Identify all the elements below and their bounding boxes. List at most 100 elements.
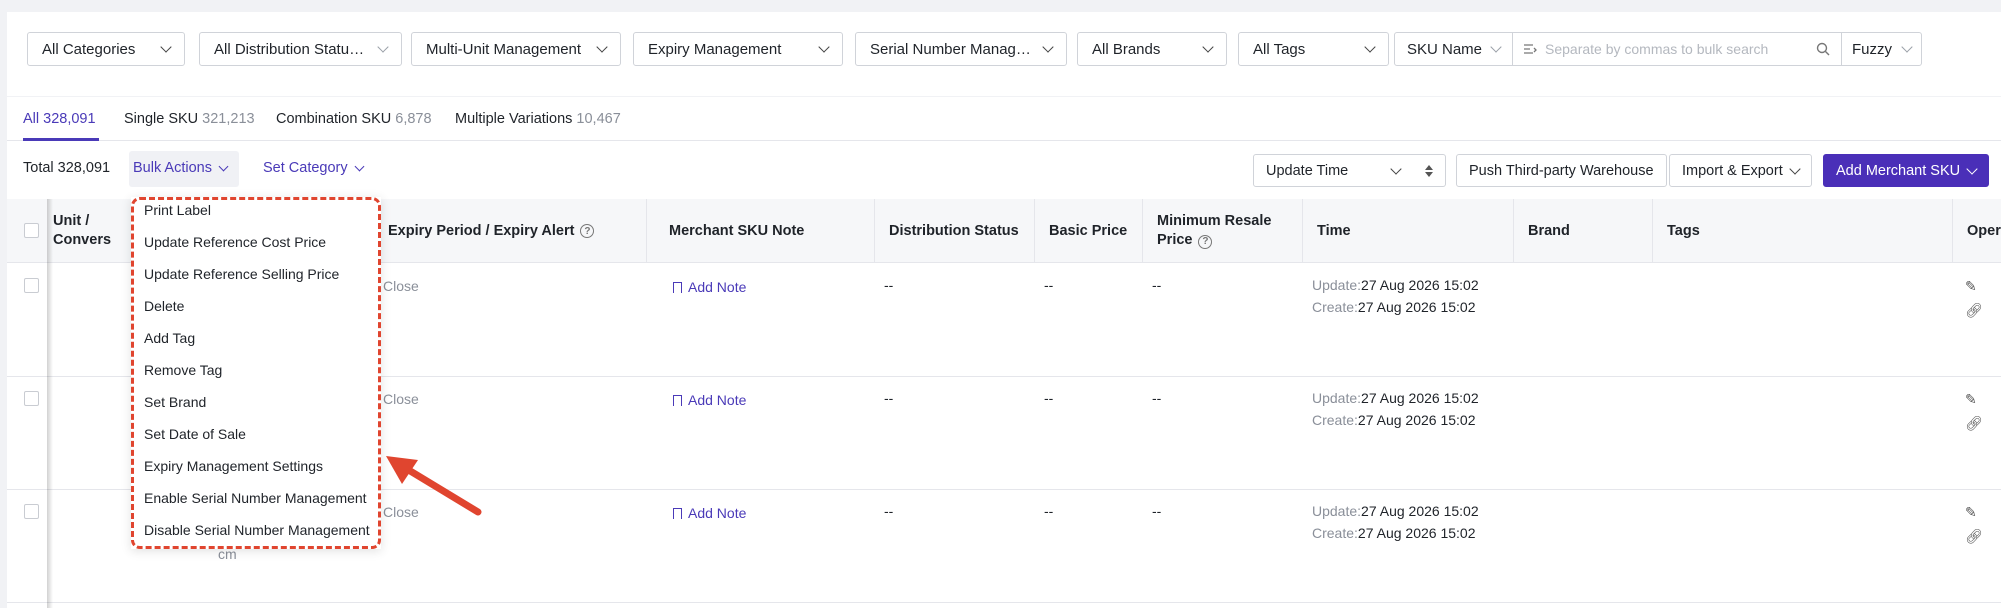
menu-item-enable-serial[interactable]: Enable Serial Number Management xyxy=(144,490,367,506)
menu-item-set-date-of-sale[interactable]: Set Date of Sale xyxy=(144,426,246,442)
link-icon[interactable]: 🔗︎ xyxy=(1965,415,1983,432)
tab-combination-sku[interactable]: Combination SKU 6,878 xyxy=(276,111,432,127)
chevron-down-icon xyxy=(1364,41,1376,53)
add-note-link[interactable]: Add Note xyxy=(673,505,746,521)
select-all-checkbox[interactable] xyxy=(24,223,39,238)
annotation-arrow-icon xyxy=(386,456,482,516)
create-time: Create:27 Aug 2026 15:02 xyxy=(1312,412,1476,428)
menu-item-update-cost-price[interactable]: Update Reference Cost Price xyxy=(144,234,326,250)
add-note-link[interactable]: Add Note xyxy=(673,279,746,295)
menu-item-delete[interactable]: Delete xyxy=(144,298,184,314)
bulk-list-icon xyxy=(1524,44,1537,54)
expiry-select[interactable]: Expiry Management xyxy=(633,32,843,66)
col-time: Time xyxy=(1302,199,1513,263)
menu-item-update-selling-price[interactable]: Update Reference Selling Price xyxy=(144,266,339,282)
sku-field-select[interactable]: SKU Name xyxy=(1395,33,1513,65)
help-icon[interactable]: ? xyxy=(580,224,595,238)
col-brand: Brand xyxy=(1513,199,1652,263)
basic-price-value: -- xyxy=(1044,390,1054,406)
bulk-actions-dropdown[interactable]: Bulk Actions xyxy=(133,160,229,176)
col-basic-price: Basic Price xyxy=(1034,199,1142,263)
basic-price-value: -- xyxy=(1044,277,1054,293)
edit-icon[interactable]: ✎ xyxy=(1965,391,1977,408)
sku-type-tabs: All 328,091 Single SKU 321,213 Combination… xyxy=(7,97,2001,141)
min-resale-value: -- xyxy=(1152,277,1162,293)
help-icon[interactable]: ? xyxy=(1198,234,1213,249)
basic-price-value: -- xyxy=(1044,503,1054,519)
edit-icon[interactable]: ✎ xyxy=(1965,278,1977,295)
link-icon[interactable]: 🔗︎ xyxy=(1965,528,1983,545)
menu-item-set-brand[interactable]: Set Brand xyxy=(144,394,206,410)
sku-search-input[interactable] xyxy=(1545,41,1816,57)
tag-select[interactable]: All Tags xyxy=(1238,32,1389,66)
chevron-down-icon xyxy=(1901,41,1913,53)
col-tags: Tags xyxy=(1652,199,1952,263)
min-resale-value: -- xyxy=(1152,390,1162,406)
fixed-column-shadow xyxy=(47,199,53,608)
col-distribution: Distribution Status xyxy=(874,199,1034,263)
bulk-actions-menu: Print Label Update Reference Cost Price … xyxy=(131,197,381,549)
menu-item-print-label[interactable]: Print Label xyxy=(144,202,211,218)
update-time: Update:27 Aug 2026 15:02 xyxy=(1312,390,1479,406)
add-note-link[interactable]: Add Note xyxy=(673,392,746,408)
chevron-down-icon xyxy=(1490,41,1502,53)
row-checkbox[interactable] xyxy=(24,504,39,519)
expiry-value: Close xyxy=(383,278,419,294)
chevron-down-icon xyxy=(354,161,365,171)
distribution-value: -- xyxy=(884,277,894,293)
match-mode-select[interactable]: Fuzzy xyxy=(1841,33,1921,65)
col-note: Merchant SKU Note xyxy=(646,199,874,263)
create-time: Create:27 Aug 2026 15:02 xyxy=(1312,525,1476,541)
chevron-down-icon xyxy=(160,41,172,53)
min-resale-value: -- xyxy=(1152,503,1162,519)
distribution-value: -- xyxy=(884,503,894,519)
row-checkbox[interactable] xyxy=(24,278,39,293)
col-min-resale: Minimum Resale Price? xyxy=(1142,199,1302,263)
chevron-down-icon xyxy=(218,161,229,171)
menu-item-add-tag[interactable]: Add Tag xyxy=(144,330,195,346)
menu-item-expiry-settings[interactable]: Expiry Management Settings xyxy=(144,458,323,474)
chevron-down-icon xyxy=(1390,162,1402,175)
edit-icon[interactable]: ✎ xyxy=(1965,504,1977,521)
sort-field-select[interactable]: Update Time xyxy=(1253,154,1413,187)
distribution-status-select[interactable]: All Distribution Statuses xyxy=(199,32,402,66)
tab-single-sku[interactable]: Single SKU 321,213 xyxy=(124,111,255,127)
expiry-value: Close xyxy=(383,391,419,407)
active-tab-indicator xyxy=(23,138,99,141)
chevron-down-icon xyxy=(596,41,608,53)
bookmark-icon xyxy=(673,394,682,406)
brand-select[interactable]: All Brands xyxy=(1077,32,1227,66)
chevron-down-icon xyxy=(818,41,830,53)
sku-search: SKU Name Fuzzy xyxy=(1394,32,1922,66)
bookmark-icon xyxy=(673,281,682,293)
menu-item-remove-tag[interactable]: Remove Tag xyxy=(144,362,222,378)
chevron-down-icon xyxy=(1789,162,1801,175)
sort-desc-icon xyxy=(1424,171,1433,177)
push-warehouse-button[interactable]: Push Third-party Warehouse xyxy=(1456,154,1667,187)
menu-item-disable-serial[interactable]: Disable Serial Number Management xyxy=(144,522,370,538)
search-icon[interactable] xyxy=(1816,42,1831,57)
tab-multiple-variations[interactable]: Multiple Variations 10,467 xyxy=(455,111,621,127)
sort-order-toggle[interactable] xyxy=(1412,154,1446,187)
create-time: Create:27 Aug 2026 15:02 xyxy=(1312,299,1476,315)
import-export-button[interactable]: Import & Export xyxy=(1669,154,1812,187)
total-count: Total 328,091 xyxy=(23,160,111,176)
tab-all[interactable]: All 328,091 xyxy=(23,111,96,127)
category-select[interactable]: All Categories xyxy=(27,32,185,66)
set-category-dropdown[interactable]: Set Category xyxy=(263,160,365,176)
row-checkbox[interactable] xyxy=(24,391,39,406)
update-time: Update:27 Aug 2026 15:02 xyxy=(1312,277,1479,293)
chevron-down-icon xyxy=(1202,41,1214,53)
list-toolbar: Total 328,091 Bulk Actions Set Category … xyxy=(7,142,2001,196)
link-icon[interactable]: 🔗︎ xyxy=(1965,302,1983,319)
col-expiry: Expiry Period / Expiry Alert? xyxy=(374,199,646,263)
serial-number-select[interactable]: Serial Number Managem... xyxy=(855,32,1067,66)
multi-unit-select[interactable]: Multi-Unit Management xyxy=(411,32,621,66)
chevron-down-icon xyxy=(377,41,389,53)
chevron-down-icon xyxy=(1966,162,1978,175)
sort-asc-icon xyxy=(1424,164,1433,170)
col-operation: Opera xyxy=(1952,199,2001,263)
update-time: Update:27 Aug 2026 15:02 xyxy=(1312,503,1479,519)
add-merchant-sku-button[interactable]: Add Merchant SKU xyxy=(1823,154,1990,187)
distribution-value: -- xyxy=(884,390,894,406)
